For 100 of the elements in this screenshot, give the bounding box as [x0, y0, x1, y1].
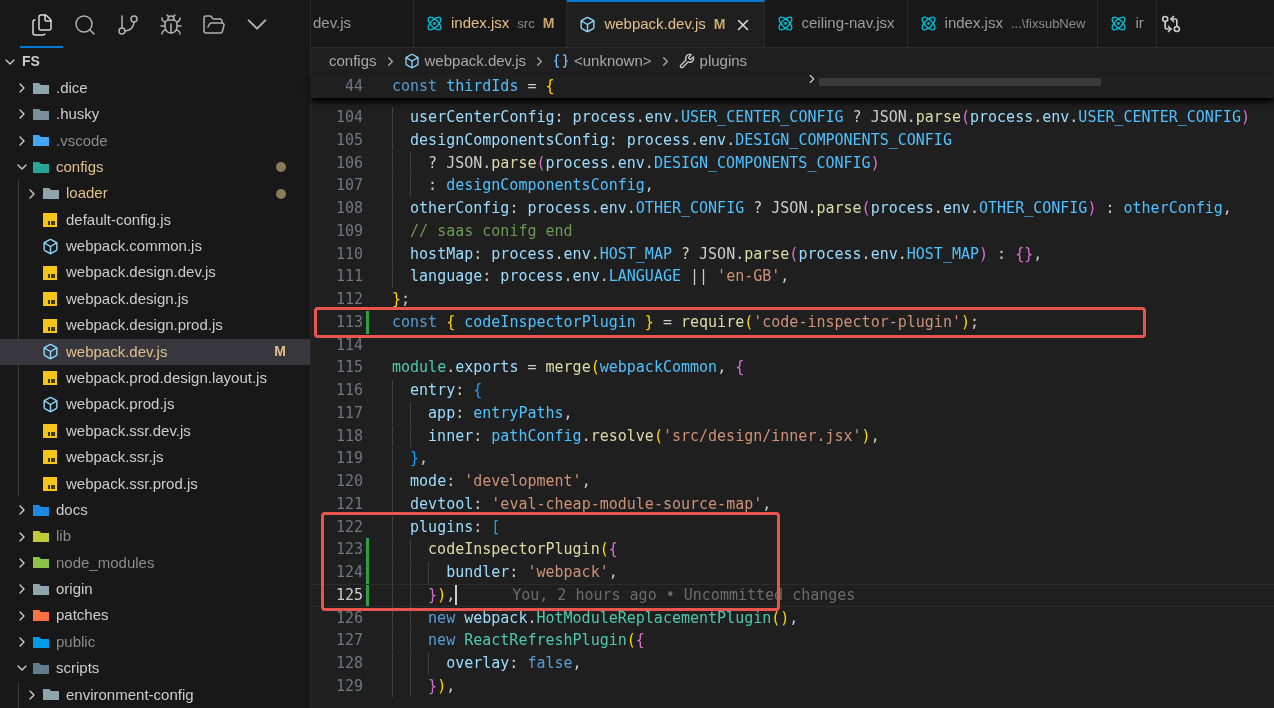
item-label: loader — [66, 183, 108, 204]
editor-tab[interactable]: webpack.dev.js M — [567, 0, 765, 47]
js-file-icon — [42, 475, 58, 492]
item-label: .dice — [56, 77, 88, 98]
tree-item[interactable]: environment-config — [0, 681, 310, 708]
tree-item[interactable]: webpack.common.js — [0, 233, 310, 260]
folder-icon — [32, 134, 50, 148]
tree-item[interactable]: origin — [0, 576, 310, 603]
workspace-header[interactable]: FS — [0, 48, 310, 75]
tab-detail: ...\fixsubNew — [1010, 14, 1086, 33]
line-number: 117 — [334, 402, 363, 424]
tree-item[interactable]: patches — [0, 602, 310, 629]
item-label: webpack.common.js — [66, 236, 202, 257]
js-file-icon — [42, 449, 58, 466]
tree-item[interactable]: public — [0, 628, 310, 656]
folder-icon — [32, 661, 50, 675]
tree-item[interactable]: lib — [0, 523, 310, 550]
line-number: 112 — [334, 289, 363, 311]
tree-item[interactable]: webpack.design.dev.js — [0, 259, 310, 286]
tree-item[interactable]: webpack.prod.design.layout.js — [0, 365, 310, 392]
cube-icon — [42, 396, 59, 414]
code-line: }; — [392, 289, 411, 311]
tree-item[interactable]: .vscode — [0, 127, 310, 154]
js-file-icon — [42, 291, 58, 308]
tree-item[interactable]: webpack.ssr.js — [0, 444, 310, 471]
item-label: docs — [56, 499, 88, 520]
tree-item[interactable]: default-config.js — [0, 206, 310, 234]
code-line: ? JSON.parse(process.env.DESIGN_COMPONENTS_CONFIG) — [392, 151, 880, 175]
line-number: 129 — [334, 675, 363, 697]
folder-icon — [32, 503, 50, 517]
line-number: 113 — [334, 311, 363, 333]
js-file-icon — [42, 370, 58, 387]
bug-icon — [158, 12, 183, 37]
code-line: module.exports = merge(webpackCommon, { — [392, 357, 745, 379]
line-number: 118 — [334, 425, 363, 447]
folder-icon — [32, 160, 50, 174]
code-line: app: entryPaths, — [392, 401, 573, 425]
code-line: overlay: false, — [392, 652, 582, 675]
breadcrumb-item[interactable]: configs — [329, 49, 377, 73]
breadcrumb-item[interactable]: plugins — [678, 49, 748, 73]
tree-item[interactable]: webpack.design.prod.js — [0, 312, 310, 339]
code-line: }), — [392, 583, 456, 607]
item-label: webpack.ssr.prod.js — [66, 473, 198, 494]
item-label: webpack.design.dev.js — [66, 262, 216, 283]
editor-tab[interactable]: dev.js — [311, 0, 414, 47]
code-line: language: process.env.LANGUAGE || 'en-GB', — [392, 265, 790, 288]
line-number: 116 — [334, 380, 363, 402]
item-label: .vscode — [56, 130, 108, 151]
modified-status: M — [713, 15, 726, 34]
tree-item[interactable]: .husky — [0, 101, 310, 128]
line-number: 109 — [334, 220, 363, 242]
code-line: devtool: 'eval-cheap-module-source-map', — [392, 492, 772, 516]
js-file-icon — [42, 317, 58, 334]
code-line: new ReactRefreshPlugin({ — [392, 629, 645, 652]
folder-icon — [32, 530, 50, 544]
code-line: const { codeInspectorPlugin } = require('code-inspector-plugin'); — [392, 311, 980, 333]
code-line: }, — [392, 447, 429, 470]
tree-item[interactable]: webpack.ssr.prod.js — [0, 470, 310, 498]
tree-item[interactable]: .dice — [0, 74, 310, 102]
files-icon — [29, 12, 54, 37]
item-label: webpack.prod.js — [66, 394, 175, 415]
line-number: 128 — [334, 653, 363, 675]
line-number: 105 — [334, 129, 363, 151]
tree-item[interactable]: loader — [0, 180, 310, 207]
tree-item[interactable]: webpack.prod.js — [0, 391, 310, 418]
cube-icon — [403, 53, 420, 69]
item-label: environment-config — [66, 684, 194, 705]
tree-item[interactable]: webpack.dev.js M — [0, 338, 310, 366]
cube-icon — [42, 237, 59, 255]
compare-changes-icon[interactable] — [1160, 13, 1181, 34]
line-number: 106 — [334, 152, 363, 174]
atom-icon — [1110, 15, 1128, 32]
tree-item[interactable]: scripts — [0, 655, 310, 682]
folder-icon — [32, 635, 50, 649]
code-line: new webpack.HotModuleReplacementPlugin(), — [392, 606, 799, 630]
tree-item[interactable]: configs — [0, 154, 310, 181]
line-number: 104 — [334, 107, 363, 129]
atom-icon — [776, 15, 794, 32]
code-line: plugins: [ — [392, 515, 501, 539]
code-line: otherConfig: process.env.OTHER_CONFIG ? JSON.parse(process.env.OTHER_CONFIG) : otherConfig, — [392, 197, 1232, 220]
item-label: default-config.js — [66, 209, 172, 230]
line-number: 107 — [334, 175, 363, 197]
breadcrumb-item[interactable]: <unknown> — [553, 49, 652, 73]
breadcrumb-item[interactable]: webpack.dev.js — [403, 49, 526, 73]
branch-icon — [115, 12, 140, 37]
js-file-icon — [42, 264, 58, 281]
tree-item[interactable]: docs — [0, 497, 310, 524]
tree-item[interactable]: webpack.design.js — [0, 285, 310, 313]
line-number: 120 — [334, 471, 363, 493]
line-number: 125 — [334, 584, 363, 606]
tree-item[interactable]: webpack.ssr.dev.js — [0, 417, 310, 445]
code-line: // saas conifg end — [392, 219, 573, 243]
item-label: public — [56, 631, 96, 652]
item-label: webpack.design.prod.js — [66, 315, 223, 336]
code-line: : designComponentsConfig, — [392, 174, 654, 197]
tree-item[interactable]: node_modules — [0, 549, 310, 577]
item-label: webpack.ssr.js — [66, 447, 164, 468]
braces-icon — [553, 53, 569, 69]
line-number: 114 — [334, 334, 363, 356]
line-number: 110 — [334, 243, 363, 265]
